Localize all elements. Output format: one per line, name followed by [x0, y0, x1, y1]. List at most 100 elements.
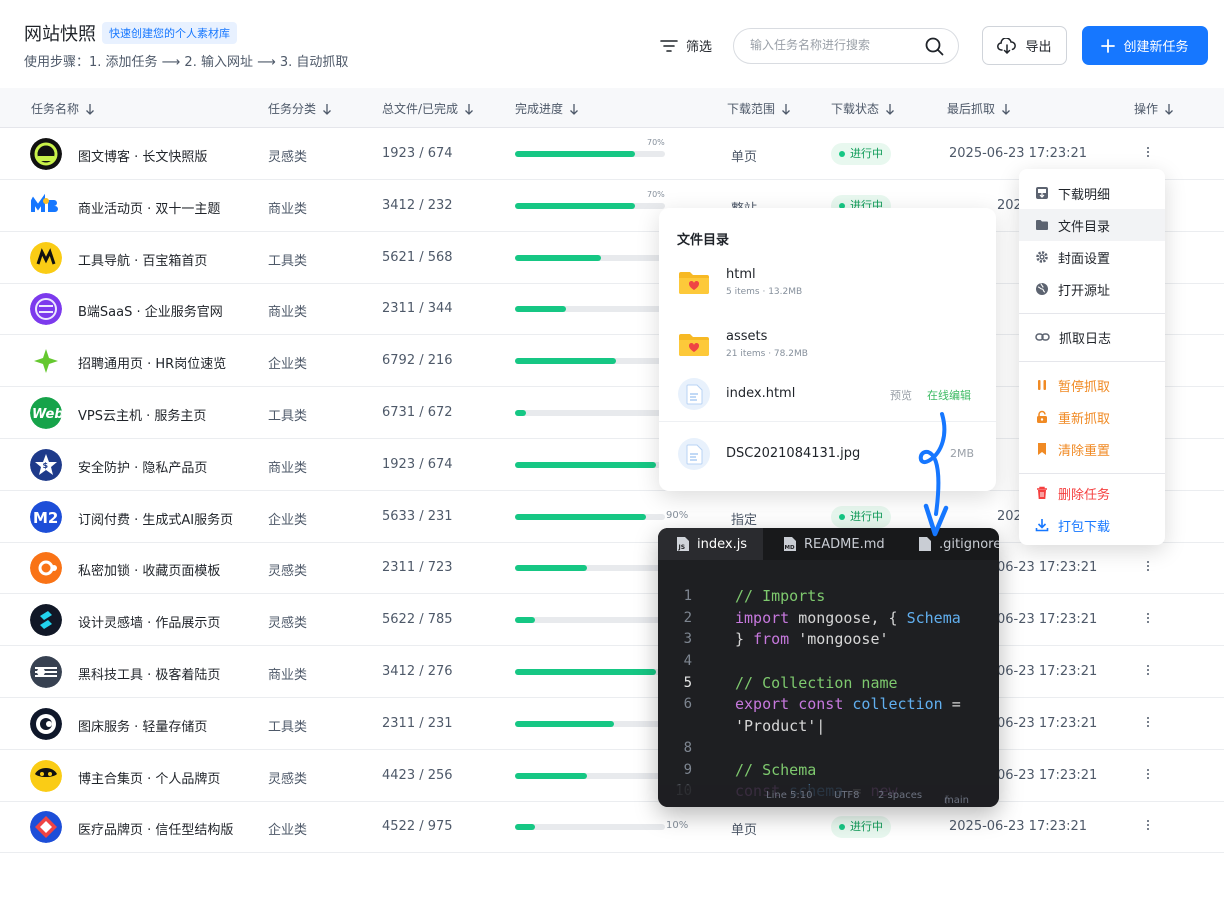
search-icon[interactable]	[925, 37, 944, 56]
folder-icon	[679, 334, 709, 356]
progress-fill	[515, 151, 635, 157]
task-files: 5621 / 568	[382, 249, 453, 265]
last-fetch-time: 06-23 17:23:21	[997, 560, 1098, 576]
task-name[interactable]: VPS云主机 · 服务主页	[78, 405, 206, 424]
task-name[interactable]: B端SaaS · 企业服务官网	[78, 301, 223, 320]
menu-item-refetch[interactable]: 重新抓取	[1019, 401, 1165, 433]
create-task-button[interactable]: 创建新任务	[1082, 26, 1208, 65]
table-row[interactable]: 图床服务 · 轻量存储页 工具类 2311 / 231 06-23 17:23:21	[0, 698, 1224, 750]
tab-readme-md[interactable]: MD README.md	[763, 528, 903, 560]
task-name[interactable]: 私密加锁 · 收藏页面模板	[78, 560, 220, 579]
cloud-download-icon	[997, 37, 1017, 54]
task-name[interactable]: 图文博客 · 长文快照版	[78, 146, 207, 165]
menu-item-pack-download[interactable]: 打包下载	[1019, 509, 1165, 541]
more-actions-icon[interactable]	[1140, 712, 1156, 732]
filter-icon	[660, 39, 678, 52]
create-task-label: 创建新任务	[1123, 40, 1189, 55]
svg-text:MD: MD	[785, 545, 795, 551]
export-button[interactable]: 导出	[982, 26, 1067, 65]
more-actions-icon[interactable]	[1140, 556, 1156, 576]
site-logo-icon	[30, 293, 62, 326]
task-name[interactable]: 商业活动页 · 双十一主题	[78, 198, 220, 217]
task-name[interactable]: 黑科技工具 · 极客着陆页	[78, 664, 220, 683]
progress-bar	[515, 202, 665, 209]
menu-divider	[1019, 473, 1165, 474]
sort-arrow-icon	[1002, 103, 1010, 115]
more-actions-icon[interactable]	[1140, 608, 1156, 628]
task-name[interactable]: 医疗品牌页 · 信任型结构版	[78, 819, 233, 838]
menu-item-delete-task[interactable]: 删除任务	[1019, 477, 1165, 509]
progress-bar	[515, 772, 665, 779]
editor-status-bar: Line 5:10 UTF8 2 spaces ᚴ main	[658, 785, 999, 807]
menu-item-fetch-log[interactable]: 抓取日志	[1019, 321, 1165, 353]
tab-index-js[interactable]: JS index.js	[658, 528, 763, 560]
search-box[interactable]	[733, 28, 959, 64]
gear-icon	[1036, 251, 1048, 263]
menu-item-download-detail[interactable]: 下载明细	[1019, 177, 1165, 209]
col-header-actions[interactable]: 操作	[1134, 100, 1174, 117]
progress-bar	[515, 824, 665, 831]
export-label: 导出	[1025, 40, 1052, 55]
more-actions-icon[interactable]	[1140, 142, 1156, 162]
pause-icon	[1038, 380, 1046, 390]
table-row[interactable]: 黑科技工具 · 极客着陆页 商业类 3412 / 276 06-23 17:23:21	[0, 646, 1224, 698]
col-header-progress[interactable]: 完成进度	[515, 100, 579, 117]
col-header-name[interactable]: 任务名称	[31, 100, 95, 117]
task-files: 6792 / 216	[382, 353, 453, 369]
task-category: 商业类	[268, 201, 308, 217]
progress-fill	[515, 617, 535, 624]
dir-item-index-html[interactable]: index.html 预览 在线编辑	[677, 369, 978, 419]
code-area[interactable]: 1// Imports 2 import mongoose, { Schema 3…	[658, 586, 999, 803]
task-name[interactable]: 工具导航 · 百宝箱首页	[78, 250, 207, 269]
menu-item-open-source[interactable]: 打开源址	[1019, 273, 1165, 305]
progress-fill	[515, 513, 646, 520]
task-category: 商业类	[268, 668, 308, 683]
task-name[interactable]: 设计灵感墙 · 作品展示页	[78, 612, 220, 631]
progress-label: 70%	[647, 189, 665, 199]
table-row[interactable]: 设计灵感墙 · 作品展示页 灵感类 5622 / 785 06-23 17:23:21	[0, 594, 1224, 647]
task-name[interactable]: 博主合集页 · 个人品牌页	[78, 768, 220, 787]
col-header-category[interactable]: 任务分类	[268, 100, 332, 117]
trash-icon	[1037, 486, 1047, 499]
more-actions-icon[interactable]	[1140, 660, 1156, 680]
col-header-files[interactable]: 总文件/已完成	[382, 100, 474, 117]
dir-item-jpg[interactable]: DSC2021084131.jpg 2MB	[677, 429, 978, 479]
table-row[interactable]: 私密加锁 · 收藏页面模板 灵感类 2311 / 723 06-23 17:23:21	[0, 542, 1224, 595]
menu-item-cover-settings[interactable]: 封面设置	[1019, 241, 1165, 273]
site-logo-icon	[30, 241, 62, 274]
menu-item-file-directory[interactable]: 文件目录	[1019, 209, 1165, 241]
menu-item-clear-reset[interactable]: 清除重置	[1019, 433, 1165, 465]
tab-gitignore[interactable]: .gitignore	[916, 528, 999, 560]
col-header-status[interactable]: 下载状态	[831, 100, 895, 117]
task-files: 3412 / 232	[382, 197, 453, 213]
svg-text:$: $	[43, 461, 49, 470]
subtitle-tag: 快速创建您的个人素材库	[102, 22, 237, 44]
dir-item-assets[interactable]: assets 21 items · 78.2MB	[677, 319, 978, 369]
status-badge: 进行中	[831, 816, 891, 839]
task-name[interactable]: 图床服务 · 轻量存储页	[78, 716, 207, 735]
table-row[interactable]: 博主合集页 · 个人品牌页 灵感类 4423 / 256 06-23 17:23:21	[0, 750, 1224, 802]
search-input[interactable]	[750, 38, 920, 52]
task-name[interactable]: 安全防护 · 隐私产品页	[78, 457, 207, 476]
menu-divider	[1019, 313, 1165, 314]
task-category: 商业类	[268, 460, 308, 476]
preview-link[interactable]: 预览	[890, 387, 912, 403]
refresh-lock-icon	[1037, 410, 1047, 423]
progress-bar	[515, 410, 665, 416]
task-name[interactable]: 招聘通用页 · HR岗位速览	[78, 353, 226, 372]
more-actions-icon[interactable]	[1140, 764, 1156, 784]
col-header-last-fetch[interactable]: 最后抓取	[947, 100, 1011, 117]
filter-button[interactable]: 筛选	[660, 36, 712, 55]
task-name[interactable]: 订阅付费 · 生成式AI服务页	[78, 509, 233, 528]
sort-arrow-icon	[570, 103, 578, 115]
col-header-range[interactable]: 下载范围	[727, 100, 791, 117]
online-edit-link[interactable]: 在线编辑	[927, 387, 971, 403]
table-row[interactable]: 医疗品牌页 · 信任型结构版 企业类 4522 / 975 10% 单页 进行中 2025-…	[0, 801, 1224, 854]
file-icon	[919, 537, 931, 551]
divider	[659, 421, 996, 422]
menu-item-pause-fetch[interactable]: 暂停抓取	[1019, 369, 1165, 401]
dir-item-html[interactable]: html 5 items · 13.2MB	[677, 257, 978, 307]
site-logo-icon	[30, 811, 62, 844]
more-actions-icon[interactable]	[1140, 815, 1156, 835]
progress-bar	[515, 617, 665, 624]
